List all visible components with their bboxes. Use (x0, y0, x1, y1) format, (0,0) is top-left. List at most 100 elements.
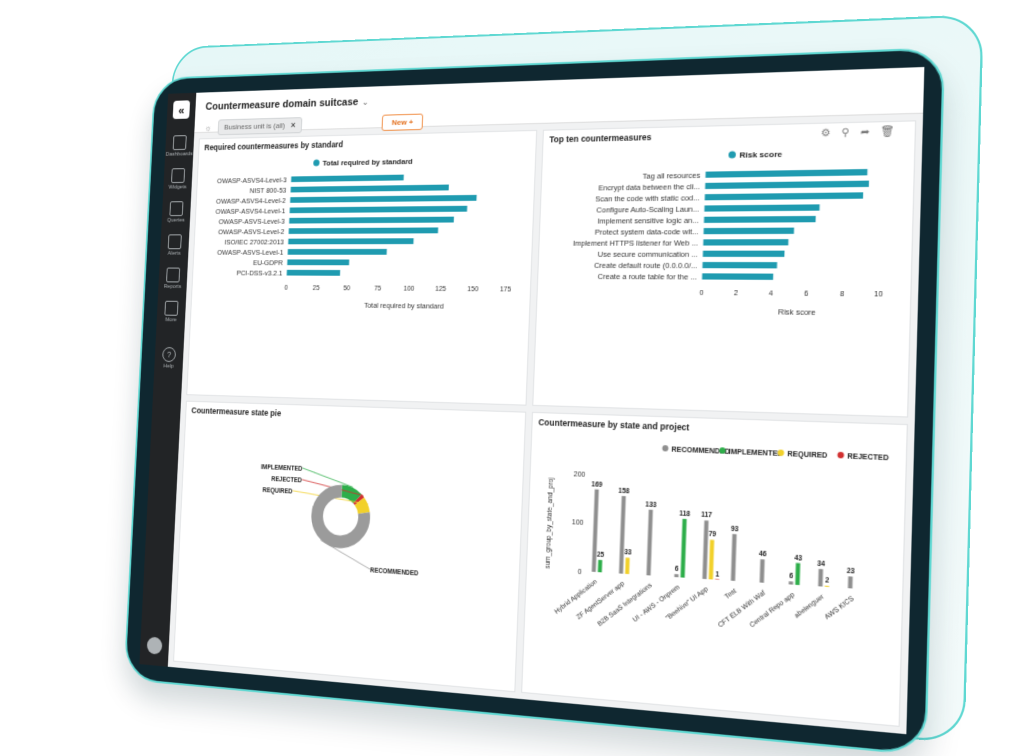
x-tick-label: 0 (284, 285, 288, 292)
category-label: Create default route (0.0.0.0/... (594, 262, 698, 270)
panel-toolbar: ⚙⚲➦🗑 (821, 126, 906, 140)
column-bar (674, 574, 678, 577)
column-bar (789, 581, 793, 584)
sidebar-item-label: Alerts (168, 251, 181, 257)
legend-swatch (313, 159, 319, 166)
dashboard-grid: Required countermeasures by standard Tot… (168, 114, 923, 734)
y-tick-label: 200 (574, 471, 586, 479)
new-button[interactable]: New + (382, 114, 424, 131)
tablet-frame: « Dashboards Widgets Queries Alerts Reports M… (124, 47, 945, 756)
data-label: 46 (759, 550, 768, 558)
column-bar (715, 579, 719, 580)
bar (705, 169, 867, 178)
share-icon[interactable]: ➦ (860, 126, 881, 138)
sidebar-item-label: More (165, 317, 177, 323)
bar (289, 217, 454, 224)
legend-label: IMPLEMENTED (729, 448, 784, 458)
bar (288, 249, 387, 255)
data-label: 133 (645, 501, 657, 509)
alerts-icon (168, 234, 182, 249)
x-axis-label: Risk score (778, 309, 816, 317)
topten-bar-chart: Risk score Tag all resources Encrypt data … (536, 141, 914, 334)
legend-label: REQUIRED (787, 451, 828, 461)
y-axis-label: sum_group_by_state_and_proj (545, 477, 556, 568)
x-tick-label: abelenguer (793, 593, 826, 620)
column-bar (646, 510, 652, 576)
x-tick-label: 50 (343, 285, 351, 292)
leader-line (302, 468, 354, 487)
data-label: 6 (789, 572, 794, 580)
data-label: 93 (731, 525, 740, 533)
legend-label: Total required by standard (322, 157, 413, 168)
slice-label: IMPLEMENTED (261, 464, 303, 473)
data-label: 1 (715, 570, 720, 578)
sidebar-item-queries[interactable]: Queries (162, 201, 190, 223)
x-tick-label: 4 (769, 290, 774, 298)
category-label: Implement sensitive logic an... (597, 217, 699, 225)
x-tick-label: 150 (467, 286, 479, 293)
column-bar (680, 519, 686, 578)
filter-chip[interactable]: Business unit is (all) ✕ (218, 117, 303, 135)
sidebar-item-widgets[interactable]: Widgets (164, 168, 192, 190)
close-icon[interactable]: ✕ (290, 121, 296, 130)
category-label: Use secure communication ... (598, 251, 698, 259)
bar (704, 216, 816, 223)
bar (702, 273, 773, 280)
sidebar-item-help[interactable]: ? Help (162, 347, 176, 370)
data-label: 33 (624, 549, 632, 557)
category-label: OWASP-ASVS-Level-3 (218, 219, 285, 226)
data-label: 6 (675, 565, 680, 573)
x-tick-label: Test (723, 587, 738, 601)
main-content: Countermeasure domain suitcase ⌄ ☼ Busine… (168, 67, 925, 734)
sidebar-item-dashboards[interactable]: Dashboards (166, 135, 194, 158)
queries-icon (169, 201, 183, 216)
bar (291, 175, 404, 183)
column-bar (702, 520, 708, 579)
column-bar (795, 563, 800, 585)
category-label: OWASP-ASVS4-Level-1 (215, 208, 285, 216)
bar (291, 185, 449, 193)
more-icon (164, 301, 178, 316)
category-label: EU-GDPR (253, 260, 283, 267)
chevron-down-icon[interactable]: ⌄ (362, 97, 369, 107)
legend-swatch (728, 151, 736, 158)
category-label: Configure Auto-Scaling Laun... (596, 206, 699, 214)
app-screen: « Dashboards Widgets Queries Alerts Reports M… (139, 67, 924, 734)
bar (702, 262, 777, 268)
bar (290, 195, 477, 203)
avatar[interactable] (147, 636, 163, 654)
slice-label: REQUIRED (262, 487, 293, 496)
trash-icon[interactable]: 🗑 (880, 126, 906, 138)
category-label: Encrypt data between the cli... (598, 184, 700, 193)
category-label: OWASP-ASVS4-Level-2 (216, 198, 286, 206)
x-tick-label: 75 (374, 285, 382, 292)
sidebar-item-alerts[interactable]: Alerts (161, 234, 189, 256)
lightbulb-icon[interactable]: ☼ (204, 123, 211, 132)
panel-state: Countermeasure state pie IMPLEMENTED REJE… (173, 401, 526, 693)
pie-slice (357, 499, 359, 501)
x-tick-label: 25 (313, 285, 321, 292)
category-label: Scan the code with static cod... (595, 195, 700, 204)
filter-icon[interactable]: ⚲ (841, 127, 860, 139)
data-label: 25 (597, 551, 605, 559)
category-label: OWASP-ASVS-Level-2 (218, 229, 285, 236)
gear-icon[interactable]: ⚙ (821, 127, 842, 139)
category-label: PCI-DSS-v3.2.1 (236, 270, 282, 277)
data-label: 79 (708, 531, 717, 539)
legend-label: Risk score (739, 149, 782, 160)
category-label: NIST 800-53 (250, 188, 287, 195)
column-bar (709, 540, 715, 580)
sidebar-item-reports[interactable]: Reports (159, 268, 187, 290)
collapse-logo-icon[interactable]: « (173, 100, 190, 119)
data-label: 169 (591, 481, 603, 489)
bar (704, 204, 819, 211)
standard-bar-chart: Total required by standard OWASP-ASVS4-Le… (191, 149, 536, 328)
category-label: Create a route table for the ... (598, 274, 697, 282)
sidebar-item-more[interactable]: More (157, 301, 185, 324)
x-tick-label: 6 (804, 290, 809, 298)
x-tick-label: 10 (874, 291, 883, 299)
y-tick-label: 0 (578, 568, 583, 576)
legend-label: REJECTED (847, 453, 889, 463)
column-bar (592, 489, 599, 572)
category-label: Tag all resources (642, 172, 701, 181)
